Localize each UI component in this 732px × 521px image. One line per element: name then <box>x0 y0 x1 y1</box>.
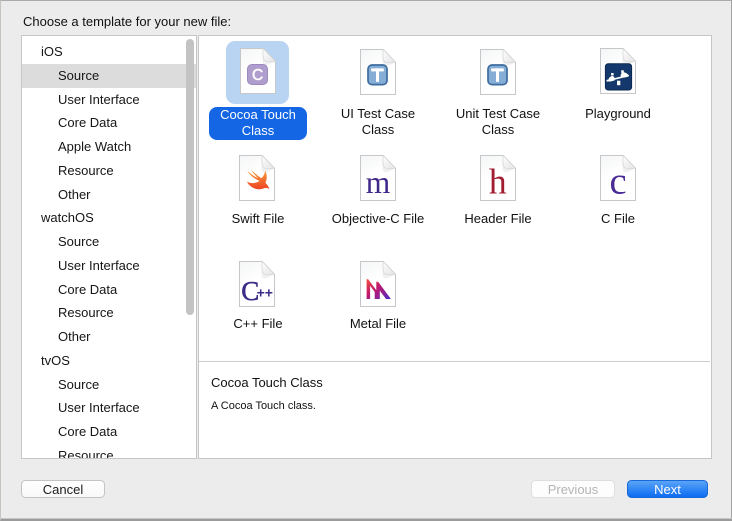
svg-text:h: h <box>489 162 507 201</box>
svg-text:C: C <box>252 67 263 84</box>
svg-text:++: ++ <box>257 285 273 301</box>
svg-text:m: m <box>366 165 391 200</box>
svg-text:c: c <box>609 161 626 201</box>
